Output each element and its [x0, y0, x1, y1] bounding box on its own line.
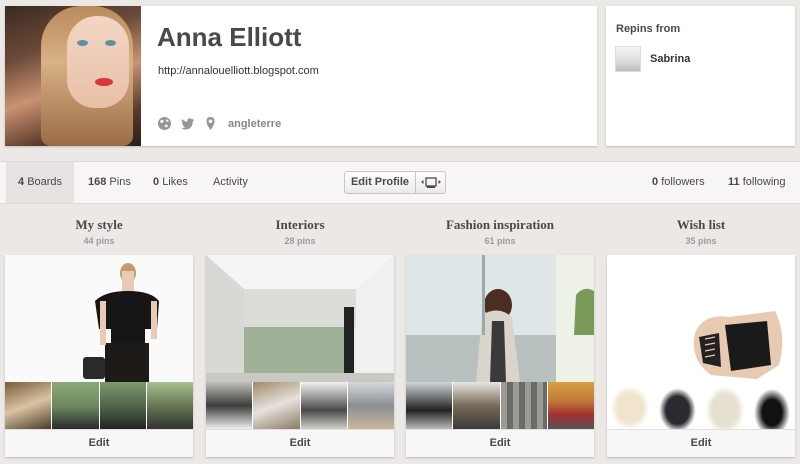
board-thumbnails	[206, 382, 394, 429]
board-thumbnail[interactable]	[52, 382, 99, 429]
embed-button[interactable]	[415, 171, 446, 194]
embed-icon	[420, 176, 441, 188]
board-pin-count: 35 pins	[685, 236, 717, 246]
avatar[interactable]	[5, 6, 141, 146]
board-title[interactable]: Fashion inspiration	[406, 217, 594, 233]
board-pin-count: 28 pins	[284, 236, 316, 246]
board-card[interactable]: Edit	[406, 255, 594, 457]
board-title[interactable]: Interiors	[206, 217, 394, 233]
board-fashion-inspiration: Fashion inspiration 61 pins Edit	[406, 210, 594, 457]
tab-activity[interactable]: Activity	[213, 162, 248, 203]
board-thumbnail[interactable]	[99, 382, 146, 429]
repin-user-avatar[interactable]	[615, 46, 641, 72]
board-thumbnail[interactable]	[406, 382, 453, 429]
board-card[interactable]: Edit	[5, 255, 193, 457]
board-card[interactable]: Edit	[206, 255, 394, 457]
board-cover-image[interactable]	[607, 255, 795, 382]
edit-profile-button[interactable]: Edit Profile	[344, 171, 416, 194]
twitter-icon[interactable]	[180, 116, 195, 131]
profile-tabbar: 4 Boards 168 Pins 0 Likes Activity Edit …	[0, 161, 800, 204]
board-thumbnail[interactable]	[748, 382, 795, 429]
board-my-style: My style 44 pins Edit	[5, 210, 193, 457]
repins-title: Repins from	[616, 23, 681, 35]
board-interiors: Interiors 28 pins Edit	[206, 210, 394, 457]
board-edit-button[interactable]: Edit	[5, 429, 193, 457]
repin-user-name[interactable]: Sabrina	[650, 53, 690, 65]
board-title[interactable]: My style	[5, 217, 193, 233]
profile-website-link[interactable]: http://annalouelliott.blogspot.com	[158, 65, 319, 77]
social-links: angleterre	[157, 116, 281, 131]
board-thumbnail[interactable]	[453, 382, 500, 429]
following-link[interactable]: 11 following	[728, 162, 786, 203]
board-thumbnail[interactable]	[206, 382, 253, 429]
board-card[interactable]: Edit	[607, 255, 795, 457]
board-edit-button[interactable]: Edit	[607, 429, 795, 457]
board-thumbnails	[5, 382, 193, 429]
tab-likes[interactable]: 0 Likes	[153, 162, 188, 203]
board-thumbnail[interactable]	[146, 382, 193, 429]
board-thumbnail[interactable]	[607, 382, 654, 429]
followers-link[interactable]: 0 followers	[652, 162, 705, 203]
board-title[interactable]: Wish list	[607, 217, 795, 233]
board-edit-button[interactable]: Edit	[406, 429, 594, 457]
board-thumbnail[interactable]	[5, 382, 52, 429]
repins-panel: Repins from Sabrina	[606, 6, 795, 146]
board-thumbnails	[406, 382, 594, 429]
board-pin-count: 44 pins	[83, 236, 115, 246]
board-pin-count: 61 pins	[484, 236, 516, 246]
board-thumbnail[interactable]	[701, 382, 748, 429]
board-cover-image[interactable]	[406, 255, 594, 382]
board-thumbnail[interactable]	[547, 382, 594, 429]
board-cover-image[interactable]	[206, 255, 394, 382]
board-cover-image[interactable]	[5, 255, 193, 382]
profile-header: Anna Elliott http://annalouelliott.blogs…	[5, 6, 597, 146]
tab-boards[interactable]: 4 Boards	[6, 162, 75, 203]
board-thumbnail[interactable]	[654, 382, 701, 429]
tab-pins[interactable]: 168 Pins	[88, 162, 131, 203]
location-pin-icon	[203, 116, 218, 131]
board-thumbnail[interactable]	[253, 382, 300, 429]
board-edit-button[interactable]: Edit	[206, 429, 394, 457]
location-label: angleterre	[228, 117, 282, 130]
board-thumbnails	[607, 382, 795, 429]
board-wish-list: Wish list 35 pins Edit	[607, 210, 795, 457]
board-thumbnail[interactable]	[500, 382, 547, 429]
globe-icon[interactable]	[157, 116, 172, 131]
profile-name: Anna Elliott	[157, 22, 302, 52]
board-thumbnail[interactable]	[300, 382, 347, 429]
board-thumbnail[interactable]	[347, 382, 394, 429]
